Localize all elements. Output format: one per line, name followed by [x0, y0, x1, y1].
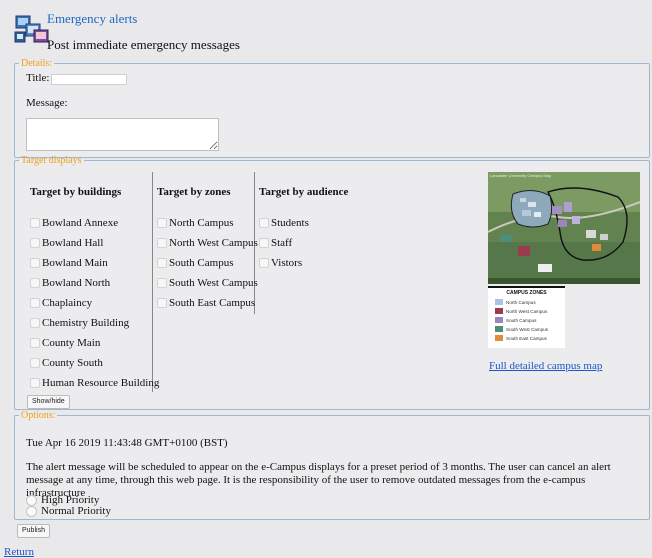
building-checkbox[interactable]: Bowland Annexe: [30, 217, 118, 229]
zone-checkbox[interactable]: South Campus: [157, 257, 233, 269]
title-label: Title:: [26, 72, 50, 84]
checkbox-box[interactable]: [30, 318, 40, 328]
checkbox-box[interactable]: [30, 238, 40, 248]
legend-swatch: [495, 335, 503, 341]
building-checkbox[interactable]: Bowland North: [30, 277, 110, 289]
title-input[interactable]: [51, 74, 127, 85]
legend-item: North Campus: [495, 299, 536, 305]
legend-item: North West Campus: [495, 308, 547, 314]
building-checkbox[interactable]: Bowland Main: [30, 257, 108, 269]
building-checkbox[interactable]: Chemistry Building: [30, 317, 129, 329]
checkbox-box[interactable]: [30, 338, 40, 348]
building-label: County Main: [42, 337, 101, 349]
legend-item: South West Campus: [495, 326, 548, 332]
legend-swatch: [495, 317, 503, 323]
checkbox-box[interactable]: [157, 278, 167, 288]
radio-circle[interactable]: [26, 494, 37, 506]
campus-map-image: Lancaster University Campus Map: [488, 172, 640, 284]
publish-button[interactable]: Publish: [17, 524, 50, 538]
building-label: Chaplaincy: [42, 297, 93, 309]
building-label: Bowland Main: [42, 257, 108, 269]
scheduling-notice: The alert message will be scheduled to a…: [26, 461, 611, 499]
audience-checkbox[interactable]: Vistors: [259, 257, 302, 269]
audience-checkbox[interactable]: Staff: [259, 237, 292, 249]
legend-item: South East Campus: [495, 335, 547, 341]
checkbox-box[interactable]: [30, 378, 40, 388]
campus-zones-legend: CAMPUS ZONES North Campus North West Cam…: [488, 286, 565, 348]
checkbox-box[interactable]: [157, 258, 167, 268]
zone-label: South Campus: [169, 257, 234, 269]
buildings-column-divider: [152, 172, 153, 392]
legend-title: CAMPUS ZONES: [506, 290, 547, 296]
checkbox-box[interactable]: [30, 278, 40, 288]
zone-checkbox[interactable]: South West Campus: [157, 277, 258, 289]
zones-heading: Target by zones: [157, 186, 231, 198]
target-displays-legend: Target displays: [21, 155, 82, 166]
checkbox-box[interactable]: [259, 238, 269, 248]
details-legend: Details:: [21, 58, 53, 69]
building-checkbox[interactable]: Bowland Hall: [30, 237, 103, 249]
emergency-alerts-app-icon: [14, 14, 50, 44]
page-subtitle: Post immediate emergency messages: [47, 37, 240, 52]
map-caption: Lancaster University Campus Map: [490, 173, 552, 178]
options-legend: Options:: [21, 410, 56, 421]
buildings-heading: Target by buildings: [30, 186, 122, 198]
audience-label: Vistors: [271, 257, 303, 269]
building-checkbox[interactable]: County Main: [30, 337, 100, 349]
building-checkbox[interactable]: Chaplaincy: [30, 297, 92, 309]
audience-label: Students: [271, 217, 309, 229]
checkbox-box[interactable]: [259, 218, 269, 228]
checkbox-box[interactable]: [30, 218, 40, 228]
building-label: County South: [42, 357, 103, 369]
zone-checkbox[interactable]: South East Campus: [157, 297, 255, 309]
building-label: Bowland North: [42, 277, 111, 289]
zone-label: North Campus: [169, 217, 234, 229]
zone-label: South East Campus: [169, 297, 256, 309]
building-label: Human Resource Building: [42, 377, 160, 389]
legend-item: South Campus: [495, 317, 536, 323]
page-title: Emergency alerts: [47, 11, 138, 26]
checkbox-box[interactable]: [157, 218, 167, 228]
audience-label: Staff: [271, 237, 293, 249]
zone-label: North West Campus: [169, 237, 258, 249]
building-label: Bowland Annexe: [42, 217, 119, 229]
checkbox-box[interactable]: [30, 258, 40, 268]
checkbox-box[interactable]: [30, 298, 40, 308]
building-label: Bowland Hall: [42, 237, 104, 249]
zone-label: South West Campus: [169, 277, 258, 289]
radio-label: Normal Priority: [41, 505, 111, 517]
checkbox-box[interactable]: [157, 238, 167, 248]
current-timestamp: Tue Apr 16 2019 11:43:48 GMT+0100 (BST): [26, 437, 228, 449]
radio-circle[interactable]: [26, 505, 37, 517]
zone-checkbox[interactable]: North Campus: [157, 217, 233, 229]
legend-swatch: [495, 326, 503, 332]
building-checkbox[interactable]: Human Resource Building: [30, 377, 159, 389]
building-checkbox[interactable]: County South: [30, 357, 103, 369]
audience-heading: Target by audience: [259, 186, 349, 198]
building-label: Chemistry Building: [42, 317, 130, 329]
checkbox-box[interactable]: [259, 258, 269, 268]
campus-map-drawing: [488, 172, 640, 284]
message-textarea[interactable]: [26, 118, 219, 151]
audience-checkbox[interactable]: Students: [259, 217, 309, 229]
legend-swatch: [495, 299, 503, 305]
show-hide-button[interactable]: Show/hide: [27, 395, 70, 409]
full-campus-map-link[interactable]: Full detailed campus map: [489, 360, 602, 372]
message-label: Message:: [26, 97, 68, 109]
return-link[interactable]: Return: [4, 546, 34, 558]
normal-priority-radio[interactable]: Normal Priority: [26, 505, 111, 517]
zone-checkbox[interactable]: North West Campus: [157, 237, 258, 249]
checkbox-box[interactable]: [30, 358, 40, 368]
legend-swatch: [495, 308, 503, 314]
checkbox-box[interactable]: [157, 298, 167, 308]
